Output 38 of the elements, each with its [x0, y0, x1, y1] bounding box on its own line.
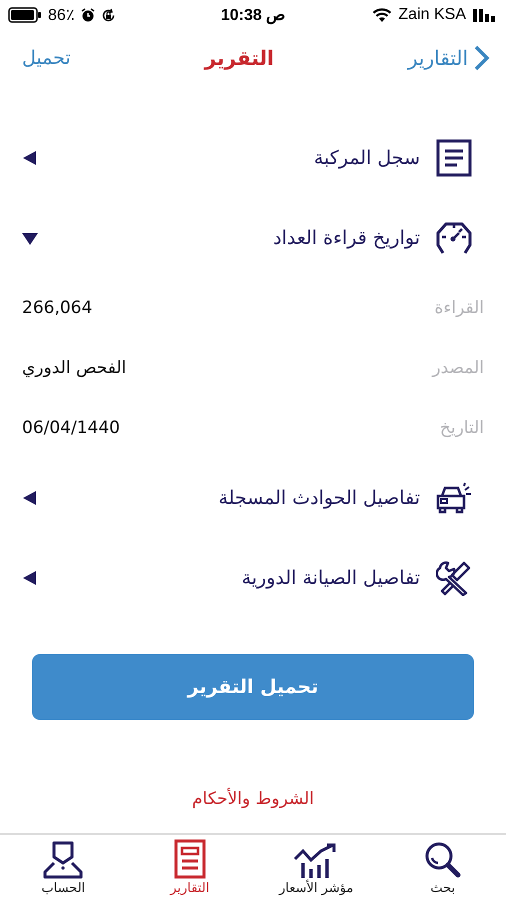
- tools-icon: [436, 560, 472, 596]
- document-icon: [436, 139, 472, 177]
- battery-percent: 86٪: [48, 6, 75, 25]
- section-header[interactable]: تواريخ قراءة العداد: [0, 198, 506, 278]
- wifi-icon: [372, 8, 392, 22]
- field-label: التاريخ: [440, 418, 484, 438]
- section-header[interactable]: سجل المركبة: [0, 118, 506, 198]
- car-crash-icon: [435, 482, 473, 514]
- battery-icon: [8, 7, 42, 23]
- tab[interactable]: مؤشر الأسعار: [253, 835, 380, 900]
- tab[interactable]: الحساب: [0, 835, 126, 900]
- status-time: 10:38 ص: [220, 6, 286, 25]
- terms-link[interactable]: الشروط والأحكام: [186, 788, 320, 810]
- section-title: تواريخ قراءة العداد: [272, 227, 420, 249]
- screen-title: التقرير: [204, 46, 274, 70]
- field-value: الفحص الدوري: [22, 358, 126, 378]
- document-icon: [174, 839, 206, 879]
- signal-icon: [472, 8, 498, 22]
- chevron-icon: [472, 45, 490, 71]
- carrier-name: Zain KSA: [398, 6, 466, 24]
- field-value: 06/04/1440: [22, 418, 120, 438]
- tab[interactable]: التقارير: [126, 835, 253, 900]
- search-icon: [422, 841, 463, 879]
- field-value: 266,064: [22, 298, 92, 318]
- field-label: القراءة: [434, 298, 484, 318]
- section-title: تفاصيل الحوادث المسجلة: [217, 487, 420, 509]
- field-label: المصدر: [432, 358, 484, 378]
- section-header[interactable]: تفاصيل الحوادث المسجلة: [0, 458, 506, 538]
- user-icon: [43, 841, 84, 879]
- rotation-lock-icon: [100, 8, 116, 22]
- tab[interactable]: بحث: [380, 835, 506, 900]
- section-title: سجل المركبة: [312, 147, 420, 169]
- download-link[interactable]: تحميل: [22, 47, 71, 69]
- back-button[interactable]: التقارير: [408, 45, 490, 71]
- section-title: تفاصيل الصيانة الدورية: [240, 567, 420, 589]
- download-report-button[interactable]: تحميل التقرير: [32, 654, 474, 720]
- alarm-icon: [80, 8, 95, 22]
- section-header[interactable]: تفاصيل الصيانة الدورية: [0, 538, 506, 618]
